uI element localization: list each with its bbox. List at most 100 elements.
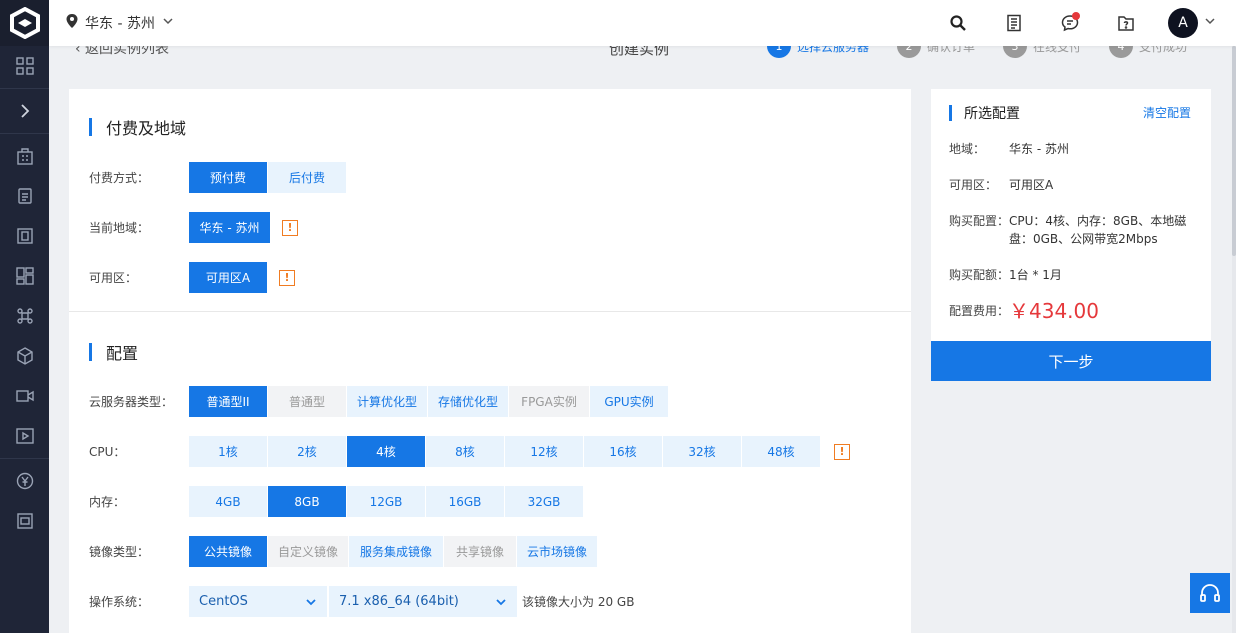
expand-chevron-icon[interactable]: [0, 91, 49, 131]
price-value: ￥434.00: [1009, 299, 1099, 323]
logo-icon[interactable]: [0, 0, 49, 46]
cpu-option[interactable]: 48核: [742, 436, 820, 467]
image-option[interactable]: 服务集成镜像: [349, 536, 443, 567]
image-option[interactable]: 自定义镜像: [268, 536, 348, 567]
os-version-value: 7.1 x86_64 (64bit): [339, 594, 459, 609]
progress-steps: 1 选择云服务器 2 确认订单 3 在线支付 4 支付成功: [767, 46, 1187, 58]
memory-label: 内存：: [89, 495, 126, 509]
config-form: 付费及地域 付费方式： 预付费 后付费 当前地域： 华东 - 苏州 ! 可用区：…: [69, 89, 911, 633]
step-3: 3 在线支付: [1003, 46, 1081, 58]
postpaid-button[interactable]: 后付费: [268, 162, 346, 193]
memory-option[interactable]: 16GB: [426, 486, 504, 517]
region-row: 当前地域： 华东 - 苏州 !: [89, 212, 298, 243]
os-version-select[interactable]: 7.1 x86_64 (64bit): [329, 586, 517, 617]
image-size-note: 该镜像大小为 20 GB: [522, 595, 635, 609]
console-icon[interactable]: [0, 501, 49, 541]
top-bar: 华东 - 苏州 A: [49, 0, 1236, 46]
orders-list-icon[interactable]: [986, 0, 1042, 46]
prepaid-button[interactable]: 预付费: [189, 162, 267, 193]
cpu-option[interactable]: 2核: [268, 436, 346, 467]
summary-title: 所选配置: [949, 103, 1020, 123]
type-option[interactable]: 普通型: [268, 386, 346, 417]
os-name-value: CentOS: [199, 594, 248, 609]
chevron-down-icon: [161, 14, 175, 32]
type-option[interactable]: 计算优化型: [347, 386, 427, 417]
next-step-button[interactable]: 下一步: [931, 341, 1211, 381]
video-icon[interactable]: [0, 376, 49, 416]
os-row: 操作系统： CentOS 7.1 x86_64 (64bit) 该镜像大小为 2…: [89, 586, 634, 617]
summary-quota: 购买配额： 1台 * 1月: [949, 268, 1062, 282]
cpu-option[interactable]: 32核: [663, 436, 741, 467]
image-type-row: 镜像类型： 公共镜像 自定义镜像 服务集成镜像 共享镜像 云市场镜像: [89, 536, 597, 567]
user-menu[interactable]: A: [1154, 8, 1216, 38]
step-2: 2 确认订单: [897, 46, 975, 58]
image-type-label: 镜像类型：: [89, 545, 150, 559]
cpu-option[interactable]: 1核: [189, 436, 267, 467]
avatar[interactable]: A: [1168, 8, 1198, 38]
step-1: 1 选择云服务器: [767, 46, 869, 58]
command-icon[interactable]: [0, 296, 49, 336]
back-link[interactable]: ‹ 返回实例列表: [75, 46, 169, 58]
summary-zone: 可用区： 可用区A: [949, 178, 1054, 192]
warning-icon[interactable]: !: [279, 269, 295, 286]
chevron-down-icon: [306, 598, 316, 605]
memory-option[interactable]: 8GB: [268, 486, 346, 517]
image-option[interactable]: 共享镜像: [444, 536, 516, 567]
left-sidebar: [0, 0, 49, 633]
building-icon[interactable]: [0, 136, 49, 176]
billing-section-title: 付费及地域: [89, 115, 186, 139]
billing-yen-icon[interactable]: [0, 461, 49, 501]
zone-button[interactable]: 可用区A: [189, 262, 267, 293]
type-option[interactable]: 存储优化型: [428, 386, 508, 417]
location-pin-icon: [65, 13, 79, 33]
region-label: 当前地域：: [89, 221, 150, 235]
help-doc-icon[interactable]: [1098, 0, 1154, 46]
memory-option[interactable]: 32GB: [505, 486, 583, 517]
support-headset-icon[interactable]: [1190, 573, 1230, 613]
cpu-row: CPU： 1核 2核 4核 8核 12核 16核 32核 48核 !: [89, 436, 850, 467]
search-icon[interactable]: [930, 0, 986, 46]
pay-method-label: 付费方式：: [89, 171, 150, 185]
cpu-option[interactable]: 12核: [505, 436, 583, 467]
messages-icon[interactable]: [1042, 0, 1098, 46]
unread-badge: [1072, 12, 1080, 20]
play-icon[interactable]: [0, 416, 49, 456]
warning-icon[interactable]: !: [282, 219, 298, 236]
image-option[interactable]: 云市场镜像: [517, 536, 597, 567]
config-section: 配置 云服务器类型： 普通型II 普通型 计算优化型 存储优化型 FPGA实例 …: [69, 312, 911, 633]
dashboard-grid-icon[interactable]: [0, 46, 49, 86]
cpu-option[interactable]: 16核: [584, 436, 662, 467]
page-header-strip: ‹ 返回实例列表 创建实例 1 选择云服务器 2 确认订单 3 在线支付 4 支付成功: [49, 46, 1232, 68]
memory-option[interactable]: 12GB: [347, 486, 425, 517]
step-4: 4 支付成功: [1109, 46, 1187, 58]
chevron-down-icon: [496, 598, 506, 605]
modules-icon[interactable]: [0, 256, 49, 296]
memory-option[interactable]: 4GB: [189, 486, 267, 517]
selected-config-panel: 所选配置 清空配置 地域： 华东 - 苏州 可用区： 可用区A 购买配置： CPU：4…: [931, 89, 1211, 341]
type-option[interactable]: 普通型II: [189, 386, 267, 417]
document-icon[interactable]: [0, 176, 49, 216]
os-label: 操作系统：: [89, 595, 150, 609]
type-option[interactable]: FPGA实例: [509, 386, 589, 417]
server-box-icon[interactable]: [0, 216, 49, 256]
page-scrollbar[interactable]: [1232, 46, 1236, 633]
chevron-down-icon: [1204, 15, 1216, 31]
clear-config-link[interactable]: 清空配置: [1143, 104, 1191, 121]
summary-spec: 购买配置： CPU：4核、内存：8GB、本地磁盘：0GB、公网带宽2Mbps: [949, 214, 1187, 246]
region-name: 华东 - 苏州: [85, 16, 155, 32]
instance-type-row: 云服务器类型： 普通型II 普通型 计算优化型 存储优化型 FPGA实例 GPU…: [89, 386, 668, 417]
region-button[interactable]: 华东 - 苏州: [189, 212, 270, 243]
warning-icon[interactable]: !: [834, 443, 850, 460]
instance-type-label: 云服务器类型：: [89, 395, 174, 409]
billing-section: 付费及地域 付费方式： 预付费 后付费 当前地域： 华东 - 苏州 ! 可用区：…: [69, 89, 911, 312]
os-name-select[interactable]: CentOS: [189, 586, 327, 617]
cpu-option[interactable]: 8核: [426, 436, 504, 467]
type-option[interactable]: GPU实例: [590, 386, 668, 417]
cube-icon[interactable]: [0, 336, 49, 376]
page-title: 创建实例: [609, 46, 670, 58]
pay-method-row: 付费方式： 预付费 后付费: [89, 162, 346, 193]
cpu-option[interactable]: 4核: [347, 436, 425, 467]
region-selector[interactable]: 华东 - 苏州: [65, 13, 175, 33]
summary-region: 地域： 华东 - 苏州: [949, 142, 1069, 156]
image-option[interactable]: 公共镜像: [189, 536, 267, 567]
